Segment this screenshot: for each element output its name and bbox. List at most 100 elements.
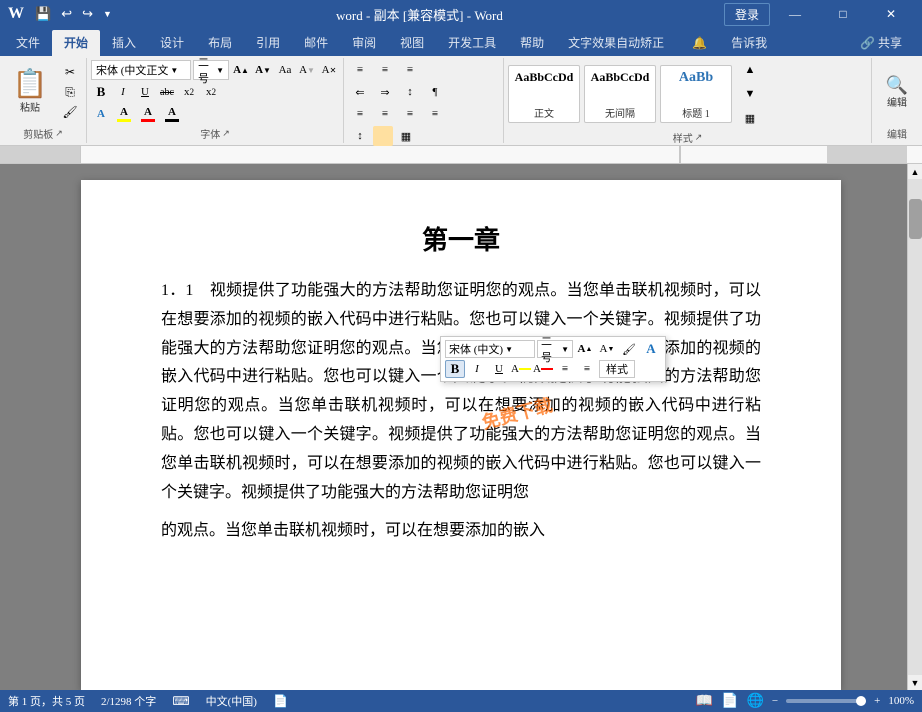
increase-indent-button[interactable]: ⇒ (373, 82, 397, 102)
mini-decrease-font[interactable]: A▼ (597, 340, 617, 358)
justify-button[interactable]: ≡ (423, 104, 447, 124)
show-marks-button[interactable]: ¶ (423, 82, 447, 102)
style-heading1[interactable]: AaBb 标题 1 (660, 65, 732, 123)
mini-font-size-dropdown[interactable]: 二号 ▼ (537, 340, 573, 358)
tab-design[interactable]: 设计 (148, 30, 196, 56)
scroll-up-button[interactable]: ▲ (908, 164, 922, 179)
web-layout-icon[interactable]: 🌐 (746, 693, 763, 710)
copy-button[interactable]: ⎘ (58, 83, 82, 101)
share-icon[interactable]: 🔗 共享 (848, 30, 914, 56)
title-bar-left: W 💾 ↩ ↪ ▼ (8, 5, 115, 23)
styles-expand-icon[interactable]: ↗ (695, 132, 703, 143)
numbering-button[interactable]: ≡ (373, 60, 397, 80)
mini-numbering-button[interactable]: ≡ (577, 360, 597, 378)
font-color-btn[interactable]: A (137, 106, 159, 122)
borders-button[interactable]: ▦ (394, 126, 418, 146)
mini-highlight-button[interactable]: A (511, 360, 531, 378)
decrease-indent-button[interactable]: ⇐ (348, 82, 372, 102)
tab-bell[interactable]: 🔔 (680, 32, 719, 56)
tab-view[interactable]: 视图 (388, 30, 436, 56)
superscript-button[interactable]: x2 (201, 82, 221, 102)
zoom-slider[interactable] (786, 699, 866, 703)
find-button[interactable]: 🔍 编辑 (882, 74, 912, 111)
bullets-button[interactable]: ≡ (348, 60, 372, 80)
font-size-dropdown[interactable]: 二号 ▼ (193, 60, 229, 80)
tab-mailings[interactable]: 邮件 (292, 30, 340, 56)
sort-button[interactable]: ↕ (398, 82, 422, 102)
styles-expand[interactable]: ▦ (738, 108, 762, 128)
font-expand-icon[interactable]: ↗ (222, 128, 230, 139)
tab-developer[interactable]: 开发工具 (436, 30, 508, 56)
styles-scroll-up[interactable]: ▲ (738, 60, 762, 80)
bold-button[interactable]: B (91, 82, 111, 102)
vertical-scrollbar[interactable]: ▲ ▼ (907, 164, 922, 690)
zoom-in-icon[interactable]: + (874, 695, 880, 707)
shading-button[interactable] (373, 126, 393, 146)
mini-font-name-dropdown[interactable]: 宋体 (中文) ▼ (445, 340, 535, 358)
strikethrough-button[interactable]: abc (157, 82, 177, 102)
format-paint-button[interactable]: 🖌 (58, 103, 82, 121)
cut-button[interactable]: ✂ (58, 63, 82, 81)
print-layout-icon[interactable]: 📄 (721, 693, 738, 710)
document-paragraph[interactable]: 1．1 视频提供了功能强大的方法帮助您证明您的观点。当您单击联机视频时，可以在想… (161, 277, 761, 507)
change-case-button[interactable]: Aa (275, 60, 295, 80)
document-paragraph2[interactable]: 的观点。当您单击联机视频时，可以在想要添加的嵌入 (161, 517, 761, 546)
paste-button[interactable]: 📋 粘贴 (4, 62, 56, 122)
text-highlight-color-button[interactable]: A▼ (297, 60, 317, 80)
zoom-out-icon[interactable]: − (772, 695, 778, 707)
subscript-button[interactable]: x2 (179, 82, 199, 102)
mini-italic-button[interactable]: I (467, 360, 487, 378)
mini-underline-button[interactable]: U (489, 360, 509, 378)
align-right-button[interactable]: ≡ (398, 104, 422, 124)
minimize-button[interactable]: — (772, 0, 818, 28)
undo-icon[interactable]: ↩ (58, 6, 75, 22)
mini-format-paint[interactable]: 🖌 (619, 340, 639, 358)
tab-review[interactable]: 审阅 (340, 30, 388, 56)
increase-font-button[interactable]: A▲ (231, 60, 251, 80)
tab-tell-me[interactable]: 告诉我 (719, 30, 779, 56)
multilevel-list-button[interactable]: ≡ (398, 60, 422, 80)
save-icon[interactable]: 💾 (32, 6, 54, 22)
mini-color-button[interactable]: A (533, 360, 553, 378)
scroll-thumb[interactable] (909, 199, 922, 239)
scroll-down-button[interactable]: ▼ (908, 675, 922, 690)
tab-insert[interactable]: 插入 (100, 30, 148, 56)
text-effects-button[interactable]: A (91, 104, 111, 124)
tab-text-effects[interactable]: 文字效果自动矫正 (556, 30, 676, 56)
maximize-button[interactable]: □ (820, 0, 866, 28)
mini-bullets-button[interactable]: ≡ (555, 360, 575, 378)
tab-home[interactable]: 开始 (52, 30, 100, 56)
text-highlight-btn[interactable]: A (113, 106, 135, 122)
mini-text-effects[interactable]: A (641, 340, 661, 358)
zoom-level[interactable]: 100% (888, 695, 914, 707)
styles-scroll-down[interactable]: ▼ (738, 84, 762, 104)
font-color-auto-btn[interactable]: A (161, 106, 183, 122)
quick-access-dropdown-icon[interactable]: ▼ (100, 9, 115, 19)
underline-button[interactable]: U (135, 82, 155, 102)
style-normal[interactable]: AaBbCcDd 正文 (508, 65, 580, 123)
tab-layout[interactable]: 布局 (196, 30, 244, 56)
font-name-dropdown[interactable]: 宋体 (中文正文 ▼ (91, 60, 191, 80)
zoom-thumb[interactable] (856, 696, 866, 706)
font-section: 宋体 (中文正文 ▼ 二号 ▼ A▲ A▼ Aa A▼ A✕ B I U abc… (87, 58, 344, 143)
mini-bold-button[interactable]: B (445, 360, 465, 378)
italic-button[interactable]: I (113, 82, 133, 102)
mini-increase-font[interactable]: A▲ (575, 340, 595, 358)
read-mode-icon[interactable]: 📖 (696, 693, 713, 710)
align-left-button[interactable]: ≡ (348, 104, 372, 124)
tab-file[interactable]: 文件 (4, 30, 52, 56)
login-button[interactable]: 登录 (724, 3, 770, 26)
close-button[interactable]: ✕ (868, 0, 914, 28)
align-center-button[interactable]: ≡ (373, 104, 397, 124)
line-spacing-button[interactable]: ↕ (348, 126, 372, 146)
clipboard-expand-icon[interactable]: ↗ (55, 128, 63, 139)
decrease-font-button[interactable]: A▼ (253, 60, 273, 80)
redo-icon[interactable]: ↪ (79, 6, 96, 22)
window-title: word - 副本 [兼容模式] - Word (115, 5, 724, 24)
scroll-track[interactable] (908, 179, 922, 675)
mini-style-button[interactable]: 样式 (599, 360, 635, 378)
tab-help[interactable]: 帮助 (508, 30, 556, 56)
style-no-spacing[interactable]: AaBbCcDd 无间隔 (584, 65, 656, 123)
clear-formatting-button[interactable]: A✕ (319, 60, 339, 80)
tab-references[interactable]: 引用 (244, 30, 292, 56)
